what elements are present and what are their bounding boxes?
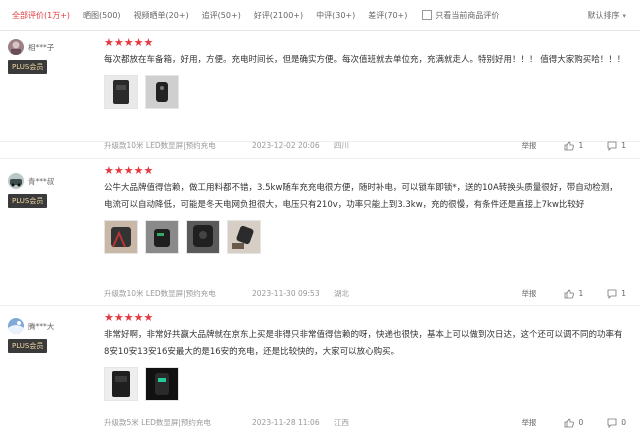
star-icon: ★: [133, 36, 144, 49]
review-text: 非常好啊，非常好共赢大品牌就在京东上买是非得只非常值得信赖的呀，快递也很快，基本…: [104, 330, 623, 357]
review-thumbnail[interactable]: [145, 220, 179, 254]
review-item: 腾***大 PLUS会员 ★ ★ ★ ★ ★ 非常好啊，非常好共赢大品牌就在京东上买是非…: [0, 305, 640, 433]
review-thumbnail[interactable]: [145, 367, 179, 401]
star-icon: ★: [133, 164, 144, 177]
product-spec: 升级款10米 LED数显屏|预约充电: [104, 141, 216, 150]
sort-label: 默认排序: [587, 11, 620, 20]
thumbs-up-icon[interactable]: [564, 418, 575, 428]
reviewer-info: 相***子 PLUS会员: [8, 39, 98, 74]
review-text: 公牛大品牌值得信赖，做工用料都不错，3.5kw随车充充电很方便，随时补电，可以锁…: [104, 183, 618, 210]
tab-neutral[interactable]: 中评(30+): [316, 10, 355, 21]
plus-member-badge: PLUS会员: [8, 339, 48, 353]
comment-icon[interactable]: [607, 289, 617, 299]
only-current-checkbox[interactable]: [422, 10, 433, 20]
tab-positive[interactable]: 好评(2100+): [254, 10, 303, 21]
review-thumbnail[interactable]: [104, 367, 138, 401]
product-spec: 升级款10米 LED数显屏|预约充电: [104, 289, 216, 298]
review-images: [104, 220, 626, 254]
review-time: 2023-11-28 11:06: [252, 418, 320, 427]
star-icon: ★: [104, 164, 114, 177]
comment-count: 1: [621, 289, 626, 298]
report-button[interactable]: 举报: [521, 288, 536, 299]
star-rating: ★ ★ ★ ★ ★: [104, 165, 626, 176]
review-location: 四川: [334, 141, 349, 150]
thumbs-up-icon[interactable]: [564, 289, 575, 299]
star-icon: ★: [104, 311, 114, 324]
star-icon: ★: [113, 164, 124, 177]
review-thumbnail[interactable]: [145, 75, 179, 109]
star-icon: ★: [133, 311, 144, 324]
plus-member-badge: PLUS会员: [8, 60, 48, 74]
reviewer-info: 腾***大 PLUS会员: [8, 318, 98, 353]
report-button[interactable]: 举报: [521, 417, 536, 428]
review-images: [104, 367, 626, 401]
review-location: 江西: [334, 418, 349, 427]
avatar: [8, 39, 24, 55]
review-images: [104, 75, 626, 109]
tab-all[interactable]: 全部评价(1万+): [12, 10, 70, 21]
star-icon: ★: [143, 164, 154, 177]
report-button[interactable]: 举报: [521, 140, 536, 151]
comment-icon[interactable]: [607, 141, 617, 151]
star-icon: ★: [143, 311, 154, 324]
star-icon: ★: [143, 36, 154, 49]
sort-dropdown[interactable]: 默认排序 ▾: [587, 10, 626, 21]
like-count: 1: [578, 141, 584, 150]
star-icon: ★: [123, 164, 134, 177]
username: 腾***大: [28, 321, 55, 331]
tab-negative[interactable]: 差评(70+): [368, 10, 407, 21]
star-icon: ★: [104, 36, 114, 49]
review-thumbnail[interactable]: [186, 220, 220, 254]
star-rating: ★ ★ ★ ★ ★: [104, 312, 626, 323]
star-icon: ★: [123, 36, 134, 49]
avatar: [8, 318, 24, 334]
username: 青***叔: [28, 176, 55, 186]
star-rating: ★ ★ ★ ★ ★: [104, 37, 626, 48]
comment-count: 0: [621, 418, 626, 427]
review-location: 湖北: [334, 289, 349, 298]
comment-count: 1: [621, 141, 626, 150]
product-spec: 升级款5米 LED数显屏|预约充电: [104, 418, 211, 427]
review-filter-tabs: 全部评价(1万+) 晒图(500) 视频晒单(20+) 追评(50+) 好评(2…: [0, 0, 640, 31]
star-icon: ★: [113, 311, 124, 324]
review-item: 相***子 PLUS会员 ★ ★ ★ ★ ★ 每次都放在车备箱，好用，方便。充电时间长，…: [0, 31, 640, 142]
username: 相***子: [28, 42, 55, 52]
review-thumbnail[interactable]: [104, 75, 138, 109]
chevron-down-icon: ▾: [622, 11, 626, 20]
tab-photos[interactable]: 晒图(500): [83, 10, 121, 21]
only-current-label: 只看当前商品评价: [435, 10, 500, 20]
only-current-filter[interactable]: 只看当前商品评价: [422, 10, 499, 21]
review-item: 青***叔 PLUS会员 ★ ★ ★ ★ ★ 公牛大品牌值得信赖，做工用料都不错，3.5…: [0, 158, 640, 304]
tab-videos[interactable]: 视频晒单(20+): [134, 10, 189, 21]
review-text: 每次都放在车备箱，好用，方便。充电时间长，但是确实方便。每次值班就去单位充，充满…: [104, 55, 626, 65]
review-thumbnail[interactable]: [227, 220, 261, 254]
star-icon: ★: [123, 311, 134, 324]
review-time: 2023-12-02 20:06: [252, 141, 320, 150]
like-count: 1: [578, 289, 584, 298]
avatar: [8, 173, 24, 189]
tab-follow-up[interactable]: 追评(50+): [202, 10, 241, 21]
star-icon: ★: [113, 36, 124, 49]
plus-member-badge: PLUS会员: [8, 194, 48, 208]
thumbs-up-icon[interactable]: [564, 141, 575, 151]
review-thumbnail[interactable]: [104, 220, 138, 254]
reviewer-info: 青***叔 PLUS会员: [8, 173, 98, 208]
comment-icon[interactable]: [607, 418, 617, 428]
like-count: 0: [578, 418, 584, 427]
review-time: 2023-11-30 09:53: [252, 289, 320, 298]
